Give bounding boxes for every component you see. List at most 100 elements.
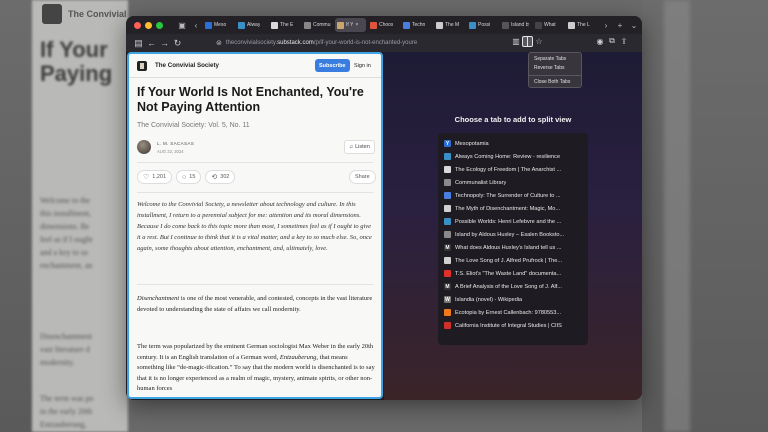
tab-label: Island by: [511, 22, 529, 28]
browser-tab[interactable]: Possi: [467, 18, 498, 32]
split-view-tab-option[interactable]: California Institute of Integral Studies…: [438, 319, 588, 332]
browser-tab[interactable]: The L: [566, 18, 597, 32]
tab-favicon-icon: [568, 21, 575, 29]
divider: [137, 284, 373, 285]
listen-button[interactable]: ♫ Listen: [344, 140, 375, 154]
tab-overview-icon[interactable]: ▣: [175, 21, 189, 30]
tab-bar: ▣ ‹ Meso Alway The E Commu If Y × Choos Techn Th…: [126, 16, 642, 34]
menu-item-close-both-tabs[interactable]: Close Both Tabs: [529, 78, 581, 87]
split-view-tab-option[interactable]: The Love Song of J. Alfred Prufrock | Th…: [438, 254, 588, 267]
back-icon[interactable]: ←: [145, 38, 158, 48]
minimize-window-button[interactable]: [145, 21, 152, 29]
comment-button[interactable]: ○ 15: [176, 170, 202, 184]
split-view-tab-option[interactable]: T.S. Eliot's "The Waste Land" documenta.…: [438, 267, 588, 280]
browser-tab[interactable]: Techn: [401, 18, 432, 32]
browser-tab[interactable]: Island by: [500, 18, 531, 32]
split-left-pane[interactable]: The Convivial Society Subscribe Sign in …: [127, 52, 383, 399]
tab-label: What: [544, 22, 556, 28]
post-date: AUG 22, 2024: [157, 149, 184, 154]
publication-logo[interactable]: [137, 60, 147, 71]
split-view-tab-option[interactable]: Y Mesopotamia: [438, 137, 588, 150]
tab-scroll-right-icon[interactable]: ›: [599, 21, 613, 30]
tab-list-chevron-icon[interactable]: ⌄: [627, 21, 641, 30]
site-info-icon[interactable]: ⊜: [216, 39, 222, 47]
tab-favicon-icon: [436, 21, 443, 29]
sidebar-toggle-icon[interactable]: ▤: [132, 38, 145, 49]
article-intro: Welcome to the Convivial Society, a news…: [137, 201, 372, 252]
menu-separator: [529, 75, 581, 76]
tab-option-label: A Brief Analysis of the Love Song of J. …: [455, 283, 562, 290]
bookmark-star-icon[interactable]: ☆: [533, 37, 545, 46]
backdrop-line: Welcome to the: [40, 196, 91, 205]
browser-tab[interactable]: The M: [434, 18, 465, 32]
split-view-icon[interactable]: [522, 36, 533, 47]
emphasis: Disenchantment: [137, 295, 180, 302]
split-view-menu: Separate Tabs Reverse Tabs Close Both Ta…: [528, 52, 582, 88]
browser-tab[interactable]: Alway: [236, 18, 267, 32]
split-view-tab-option[interactable]: Always Coming Home: Review - resilience: [438, 150, 588, 163]
publication-name[interactable]: The Convivial Society: [155, 62, 219, 69]
tab-favicon-icon: [304, 21, 311, 29]
resilience-icon: [444, 153, 451, 160]
globe-icon: [444, 179, 451, 186]
split-view-tab-option[interactable]: W Islandia (novel) - Wikipedia: [438, 293, 588, 306]
subscribe-button[interactable]: Subscribe: [315, 59, 350, 72]
share-button[interactable]: Share: [349, 170, 376, 184]
menu-item-separate-tabs[interactable]: Separate Tabs: [529, 55, 581, 64]
youtube-icon: [444, 270, 451, 277]
browser-tab[interactable]: Meso: [203, 18, 234, 32]
like-count: 1,201: [152, 174, 167, 180]
reload-icon[interactable]: ↻: [171, 38, 184, 49]
zoom-window-button[interactable]: [156, 21, 163, 29]
tab-option-label: The Myth of Disenchantment: Magic, Mo...: [455, 205, 561, 212]
tab-label: If Y: [346, 22, 354, 28]
tab-favicon-icon: [403, 21, 410, 29]
sign-in-link[interactable]: Sign in: [354, 59, 371, 72]
tab-option-label: Communalist Library: [455, 179, 507, 186]
toolbar: ▤ ← → ↻ ⊜ theconvivialsociety. substack.c…: [126, 34, 642, 52]
close-tab-icon[interactable]: ×: [355, 22, 358, 28]
forward-icon[interactable]: →: [158, 38, 171, 48]
split-view-tab-option[interactable]: Possible Worlds: Henri Lefebvre and the …: [438, 215, 588, 228]
tab-scroll-left-icon[interactable]: ‹: [189, 21, 203, 30]
browser-tab[interactable]: Commu: [302, 18, 333, 32]
split-view-tab-option[interactable]: The Myth of Disenchantment: Magic, Mo...: [438, 202, 588, 215]
split-right-pane: Choose a tab to add to split view Y Mesop…: [384, 52, 642, 400]
browser-tab[interactable]: If Y ×: [335, 18, 366, 32]
split-view-tab-option[interactable]: Technopoly: The Surrender of Culture to …: [438, 189, 588, 202]
browser-tab[interactable]: Choos: [368, 18, 399, 32]
browser-tab[interactable]: The E: [269, 18, 300, 32]
medium-icon: M: [444, 244, 451, 251]
reader-view-icon[interactable]: ▥: [510, 37, 522, 46]
tab-favicon-icon: [205, 21, 212, 29]
split-view-tab-option[interactable]: Island by Aldous Huxley – Esalen Booksto…: [438, 228, 588, 241]
restack-button[interactable]: ⟲ 302: [205, 170, 236, 184]
tab-option-label: The Ecology of Freedom | The Anarchist .…: [455, 166, 562, 173]
restack-icon: ⟲: [211, 174, 218, 181]
new-tab-icon[interactable]: +: [613, 21, 627, 30]
author-avatar[interactable]: [137, 140, 151, 154]
share-icon[interactable]: ⇪: [618, 37, 630, 46]
browser-window: ▣ ‹ Meso Alway The E Commu If Y × Choos Techn Th…: [126, 16, 642, 400]
listen-label: Listen: [355, 144, 370, 150]
browser-tab[interactable]: What: [533, 18, 564, 32]
address-bar[interactable]: ⊜ theconvivialsociety. substack.com/p/if-…: [216, 37, 546, 49]
split-view-tab-option[interactable]: M What does Aldous Huxley's Island tell u…: [438, 241, 588, 254]
author-name[interactable]: L. M. SACASAS: [157, 141, 194, 146]
wikipedia-icon: Y: [444, 140, 451, 147]
tab-option-label: The Love Song of J. Alfred Prufrock | Th…: [455, 257, 563, 264]
account-icon[interactable]: ◉: [594, 37, 606, 46]
menu-item-reverse-tabs[interactable]: Reverse Tabs: [529, 64, 581, 73]
extensions-icon[interactable]: ⧉: [606, 36, 618, 46]
like-button[interactable]: ♡ 1,201: [137, 170, 173, 184]
url-actions: ▥ ☆: [510, 36, 545, 47]
medium-icon: M: [444, 283, 451, 290]
close-window-button[interactable]: [134, 21, 141, 29]
backdrop-line: vast literature d: [40, 345, 90, 354]
split-view-tab-option[interactable]: The Ecology of Freedom | The Anarchist .…: [438, 163, 588, 176]
split-view-tab-option[interactable]: Communalist Library: [438, 176, 588, 189]
split-view-tab-option[interactable]: Ecotopia by Ernest Callenbach: 9780553..…: [438, 306, 588, 319]
backdrop-logo-text: The Convivial: [68, 9, 127, 19]
split-view-tab-option[interactable]: M A Brief Analysis of the Love Song of J.…: [438, 280, 588, 293]
backdrop-logo: [42, 4, 62, 24]
